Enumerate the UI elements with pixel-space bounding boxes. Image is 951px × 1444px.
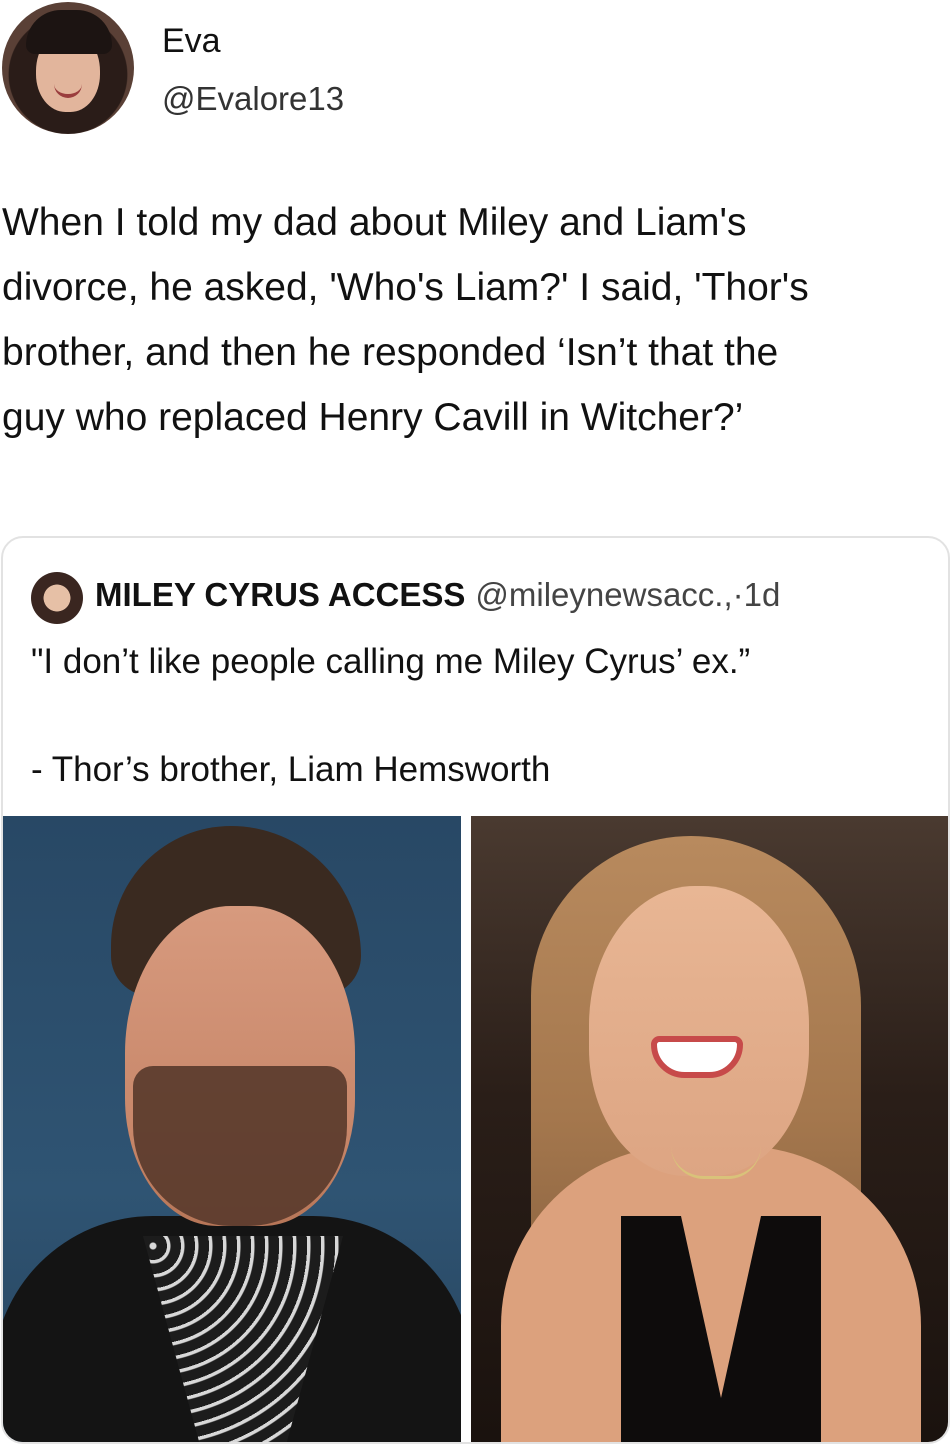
tweet-text-line: divorce, he asked, 'Who's Liam?' I said,… (2, 266, 809, 309)
tweet-text-line: guy who replaced Henry Cavill in Witcher… (2, 396, 744, 439)
quoted-account-avatar[interactable] (31, 572, 83, 624)
tweet-text-line: brother, and then he responded ‘Isn’t th… (2, 331, 779, 374)
photo-face-shape (589, 886, 809, 1176)
tweet-body: When I told my dad about Miley and Liam'… (2, 190, 947, 450)
miley-cyrus-photo[interactable] (471, 816, 948, 1442)
liam-hemsworth-photo[interactable] (3, 816, 461, 1442)
tweet-header: Eva @Evalore13 (0, 0, 951, 150)
author-display-name[interactable]: Eva (162, 22, 221, 61)
tweet-text-line: When I told my dad about Miley and Liam'… (2, 201, 747, 244)
quoted-tweet-attribution: - Thor’s brother, Liam Hemsworth (31, 750, 551, 789)
quoted-account-name[interactable]: MILEY CYRUS ACCESS (95, 576, 465, 613)
quoted-tweet-card[interactable]: MILEY CYRUS ACCESS @mileynewsacc.,·1d "I … (1, 536, 950, 1444)
avatar-hair-shape (26, 10, 112, 54)
author-handle[interactable]: @Evalore13 (162, 80, 344, 118)
quoted-tweet-time: ·1d (732, 576, 781, 613)
quoted-account-handle[interactable]: @mileynewsacc., (475, 576, 732, 613)
quoted-tweet-header: MILEY CYRUS ACCESS @mileynewsacc.,·1d (95, 576, 780, 614)
author-avatar[interactable] (2, 2, 134, 134)
quoted-tweet-quote-text: "I don’t like people calling me Miley Cy… (31, 642, 751, 681)
